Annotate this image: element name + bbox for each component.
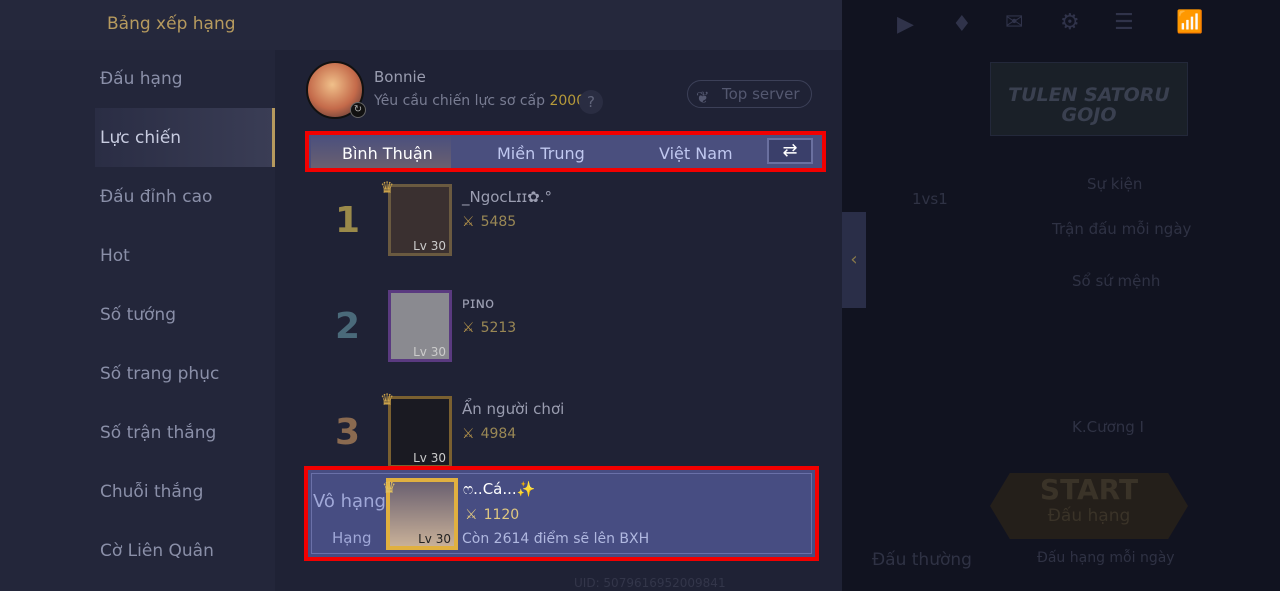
event-banner: TULEN SATORU GOJO xyxy=(990,62,1188,136)
crown-icon: ♛ xyxy=(380,178,395,197)
rank-number: 3 xyxy=(335,412,361,453)
power-requirement: Yêu cầu chiến lực sơ cấp 2000 xyxy=(374,93,585,109)
collapse-panel-button[interactable]: ‹ xyxy=(842,212,866,308)
score-value: 5213 xyxy=(480,320,517,336)
sidebar-item-chess[interactable]: Cờ Liên Quân xyxy=(100,541,214,561)
start-label: START xyxy=(1039,473,1139,506)
mission-book-label: Sổ sứ mệnh xyxy=(1072,272,1161,290)
score-value: 5485 xyxy=(480,214,517,230)
requirement-text: Yêu cầu chiến lực sơ cấp xyxy=(374,93,546,109)
power-icon: ⚔ xyxy=(465,507,478,523)
my-avatar: Lv 30 xyxy=(386,478,458,550)
player-level: Lv 30 xyxy=(413,451,446,465)
daily-match-label: Trận đấu mỗi ngày xyxy=(1052,220,1192,238)
my-rank-text: Vô hạng xyxy=(313,491,386,512)
help-icon[interactable]: ? xyxy=(579,90,603,114)
normal-mode: Đấu thường xyxy=(872,550,972,570)
sidebar-item-rank[interactable]: Đấu hạng xyxy=(100,69,183,89)
player-name: ᴘɪɴᴏ xyxy=(462,294,495,312)
event-label: Sự kiện xyxy=(1087,175,1143,193)
page-title: Bảng xếp hạng xyxy=(107,14,236,34)
my-score-value: 1120 xyxy=(483,507,520,523)
sidebar-item-skins[interactable]: Số trang phục xyxy=(100,364,219,384)
uid-text: UID: 5079616952009841 xyxy=(574,576,726,590)
player-score: ⚔ 4984 xyxy=(462,426,516,442)
power-icon: ⚔ xyxy=(462,320,475,336)
ranking-row[interactable]: 2 Lv 30 ᴘɪɴᴏ ⚔ 5213 xyxy=(305,288,825,388)
mail-icon: ✉ xyxy=(1005,10,1024,35)
player-avatar: Lv 30 xyxy=(388,290,452,362)
sidebar-item-heroes[interactable]: Số tướng xyxy=(100,305,176,325)
sidebar-item-streak[interactable]: Chuỗi thắng xyxy=(100,482,203,502)
tab-viet-nam[interactable]: Việt Nam xyxy=(659,144,733,163)
my-score: ⚔ 1120 xyxy=(465,507,519,523)
daily-rank: Đấu hạng mỗi ngày xyxy=(1037,550,1175,566)
player-name: Ẩn người chơi xyxy=(462,400,565,418)
player-level: Lv 30 xyxy=(413,239,446,253)
tab-binh-thuan[interactable]: Bình Thuận xyxy=(342,144,433,163)
mode-1vs1: 1vs1 xyxy=(912,190,948,208)
replay-icon: ▶ xyxy=(897,12,914,37)
top-server-label: Top server xyxy=(722,85,800,103)
rank-number: 1 xyxy=(335,200,361,241)
player-name: _NgocLɪɪ✿.° xyxy=(462,188,553,206)
ranking-row[interactable]: 1 Lv 30 ♛ _NgocLɪɪ✿.° ⚔ 5485 xyxy=(305,178,825,282)
menu-icon: ☰ xyxy=(1114,10,1134,35)
start-button: START Đấu hạng xyxy=(990,473,1188,539)
rank-number: 2 xyxy=(335,306,361,347)
power-icon: ⚔ xyxy=(462,426,475,442)
wifi-icon: 📶 xyxy=(1176,10,1204,35)
change-hero-icon[interactable]: ↻ xyxy=(350,102,366,118)
laurel-icon: ❦ xyxy=(696,88,710,107)
gear-icon: ⚙ xyxy=(1060,10,1080,35)
crown-icon: ♛ xyxy=(380,390,395,409)
power-icon: ⚔ xyxy=(462,214,475,230)
start-mode: Đấu hạng xyxy=(1047,506,1131,526)
sidebar-item-power[interactable]: Lực chiến xyxy=(100,128,181,148)
rank-tier: K.Cương I xyxy=(1072,418,1144,436)
score-value: 4984 xyxy=(480,426,517,442)
sidebar-item-peak[interactable]: Đấu đỉnh cao xyxy=(100,187,212,207)
tab-mien-trung[interactable]: Miền Trung xyxy=(497,144,585,163)
sidebar-item-hot[interactable]: Hot xyxy=(100,246,130,266)
my-ranking-row[interactable]: Vô hạng Hạng Lv 30 ♛ ෆ..Cá...✨ ⚔ 1120 Còn… xyxy=(304,466,819,561)
player-score: ⚔ 5213 xyxy=(462,320,516,336)
player-score: ⚔ 5485 xyxy=(462,214,516,230)
my-level: Lv 30 xyxy=(418,532,451,546)
my-rank-label: Hạng xyxy=(332,529,372,547)
top-server-button[interactable]: ❦ Top server xyxy=(687,80,812,108)
crown-icon: ♛ xyxy=(382,478,397,497)
region-tabs: Bình Thuận Miền Trung Việt Nam ⇄ xyxy=(305,131,826,172)
my-name: ෆ..Cá...✨ xyxy=(463,480,536,498)
sidebar-item-wins[interactable]: Số trận thắng xyxy=(100,423,216,443)
hero-name: Bonnie xyxy=(374,68,426,86)
guild-icon: ♦ xyxy=(952,12,972,37)
title-bar: Bảng xếp hạng xyxy=(0,0,842,50)
swap-button[interactable]: ⇄ xyxy=(767,138,813,164)
player-level: Lv 30 xyxy=(413,345,446,359)
points-needed-note: Còn 2614 điểm sẽ lên BXH xyxy=(462,531,650,547)
